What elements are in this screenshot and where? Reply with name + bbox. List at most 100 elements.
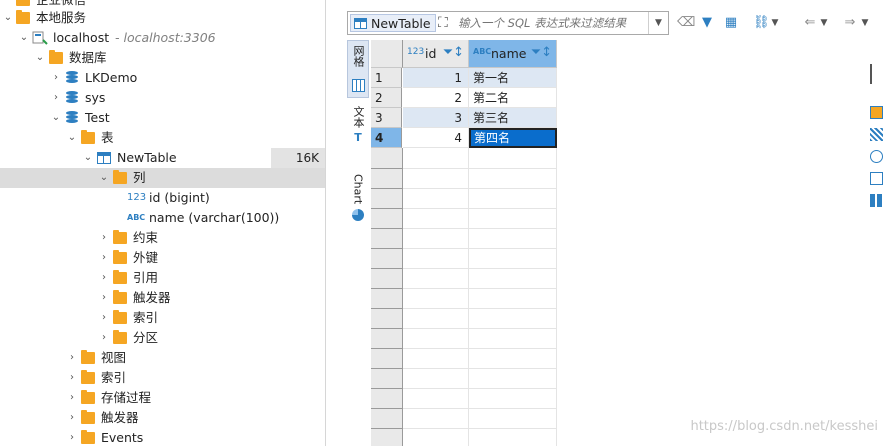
chevron-right-icon[interactable]: › — [66, 368, 78, 388]
row-separator — [371, 228, 403, 229]
link-icon[interactable]: ⛓ — [753, 13, 770, 33]
folder-icon — [113, 290, 127, 304]
filter-input[interactable] — [458, 15, 643, 31]
dots-icon[interactable] — [870, 150, 883, 163]
tree-item-databases-folder[interactable]: ⌄ 数据库 — [0, 48, 325, 68]
chevron-right-icon[interactable]: › — [98, 328, 110, 348]
chevron-right-icon[interactable]: › — [66, 408, 78, 428]
row-separator — [403, 348, 557, 349]
row-separator — [371, 328, 403, 329]
cell-id[interactable]: 3 — [403, 108, 469, 128]
chevron-right-icon[interactable]: › — [98, 228, 110, 248]
tree-item-tables-folder[interactable]: ⌄ 表 — [0, 128, 325, 148]
tree-item-views[interactable]: › 视图 — [0, 348, 325, 368]
cell-name[interactable]: 第一名 — [469, 68, 557, 88]
chevron-right-icon[interactable]: › — [66, 348, 78, 368]
chevron-down-icon[interactable]: ⌄ — [66, 128, 78, 148]
tree-item-partitions[interactable]: › 分区 — [0, 328, 325, 348]
cell-id[interactable]: 2 — [403, 88, 469, 108]
tree-item-table-indexes[interactable]: › 索引 — [0, 308, 325, 328]
eraser-icon[interactable]: ⌫ — [677, 13, 695, 33]
tree-item-db-triggers[interactable]: › 触发器 — [0, 408, 325, 428]
chevron-right-icon[interactable]: › — [50, 68, 62, 88]
filter-icon[interactable]: ▼ — [699, 13, 715, 33]
row-number[interactable]: 1 — [371, 68, 402, 88]
tree-item-foreign-keys[interactable]: › 外键 — [0, 248, 325, 268]
tree-item-columns-folder[interactable]: ⌄ 列 — [0, 168, 325, 188]
pattern-icon[interactable] — [870, 128, 883, 141]
chevron-right-icon[interactable]: › — [98, 248, 110, 268]
row-separator — [371, 268, 403, 269]
tree-item-database-lkdemo[interactable]: › LKDemo — [0, 68, 325, 88]
tree-item-references[interactable]: › 引用 — [0, 268, 325, 288]
grid-layout-icon[interactable] — [870, 106, 883, 119]
tree-item-constraints[interactable]: › 约束 — [0, 228, 325, 248]
filter-history-dropdown[interactable]: ▼ — [648, 12, 668, 34]
row-separator — [371, 428, 403, 429]
tree-item-table-newtable[interactable]: ⌄ NewTable 16K — [0, 148, 325, 168]
tree-item-db-indexes[interactable]: › 索引 — [0, 368, 325, 388]
chevron-down-icon[interactable]: ▼ — [770, 13, 780, 33]
row-number[interactable]: 3 — [371, 108, 402, 128]
grid-corner[interactable] — [371, 40, 403, 68]
chevron-down-icon[interactable]: ⌄ — [82, 148, 94, 168]
chevron-down-icon[interactable]: ⌄ — [18, 28, 30, 48]
column-divider — [556, 148, 557, 446]
chevron-right-icon[interactable]: › — [50, 88, 62, 108]
cell-name[interactable]: 第二名 — [469, 88, 557, 108]
row-separator — [403, 308, 557, 309]
chevron-down-icon[interactable]: ▼ — [860, 13, 870, 33]
chevron-right-icon[interactable]: › — [66, 388, 78, 408]
chevron-down-icon[interactable]: ⌄ — [50, 108, 62, 128]
tree-item-column-id[interactable]: 123 id (bigint) — [0, 188, 325, 208]
forward-arrow-icon[interactable]: ⇒ — [841, 13, 859, 33]
server-connection-icon — [32, 31, 48, 45]
back-arrow-icon[interactable]: ⇐ — [801, 13, 819, 33]
tree-item-database-test[interactable]: ⌄ Test — [0, 108, 325, 128]
column-filter-sort-icon[interactable]: ⏷↕ — [531, 45, 552, 60]
chevron-right-icon[interactable]: › — [98, 268, 110, 288]
tab-grid[interactable]: 网格 — [347, 40, 369, 98]
filter-expand-icon[interactable]: ⛶ — [438, 15, 454, 31]
column-filter-sort-icon[interactable]: ⏷↕ — [443, 45, 464, 60]
tree-item-procedures[interactable]: › 存储过程 — [0, 388, 325, 408]
chevron-right-icon[interactable]: › — [98, 308, 110, 328]
columns-folder-icon — [113, 170, 127, 184]
database-icon — [66, 71, 78, 84]
tree-item-connection[interactable]: ⌄ localhost - localhost:3306 — [0, 28, 325, 48]
tree-item-local-service[interactable]: ⌄ 本地服务 — [0, 8, 325, 28]
panel-icon[interactable] — [870, 64, 884, 84]
cell-id[interactable]: 4 — [403, 128, 469, 148]
column-header-name[interactable]: ABC name ⏷↕ — [469, 40, 557, 68]
tree-item-database-sys[interactable]: › sys — [0, 88, 325, 108]
row-number[interactable]: 2 — [371, 88, 402, 108]
folder-icon — [16, 0, 30, 6]
tab-text[interactable]: 文本 T — [347, 106, 369, 166]
cell-name[interactable]: 第三名 — [469, 108, 557, 128]
row-separator — [371, 308, 403, 309]
chevron-right-icon[interactable]: › — [98, 288, 110, 308]
tree-item-events[interactable]: › Events — [0, 428, 325, 446]
tree-item-table-triggers[interactable]: › 触发器 — [0, 288, 325, 308]
layout-icon[interactable] — [870, 172, 883, 185]
tree-item-column-name[interactable]: ABC name (varchar(100)) — [0, 208, 325, 228]
row-separator — [371, 208, 403, 209]
filter-settings-icon[interactable]: ▦ — [721, 13, 741, 33]
row-number-current[interactable]: 4 — [371, 128, 402, 148]
row-separator — [403, 228, 557, 229]
chevron-down-icon[interactable]: ⌄ — [2, 8, 14, 28]
column-header-id[interactable]: 123 id ⏷↕ — [403, 40, 469, 68]
chevron-down-icon[interactable]: ⌄ — [98, 168, 110, 188]
row-separator — [403, 268, 557, 269]
tiles-icon[interactable] — [870, 194, 883, 207]
row-separator — [403, 388, 557, 389]
numeric-type-icon: 123 — [407, 47, 425, 57]
folder-icon — [113, 270, 127, 284]
cell-id[interactable]: 1 — [403, 68, 469, 88]
chevron-right-icon[interactable]: › — [66, 428, 78, 446]
cell-name-focused[interactable]: 第四名 — [469, 128, 557, 148]
chevron-down-icon[interactable]: ⌄ — [34, 48, 46, 68]
chevron-down-icon[interactable]: ▼ — [819, 13, 829, 33]
table-tab[interactable]: NewTable — [350, 14, 436, 32]
tab-chart[interactable]: Chart — [347, 174, 369, 234]
